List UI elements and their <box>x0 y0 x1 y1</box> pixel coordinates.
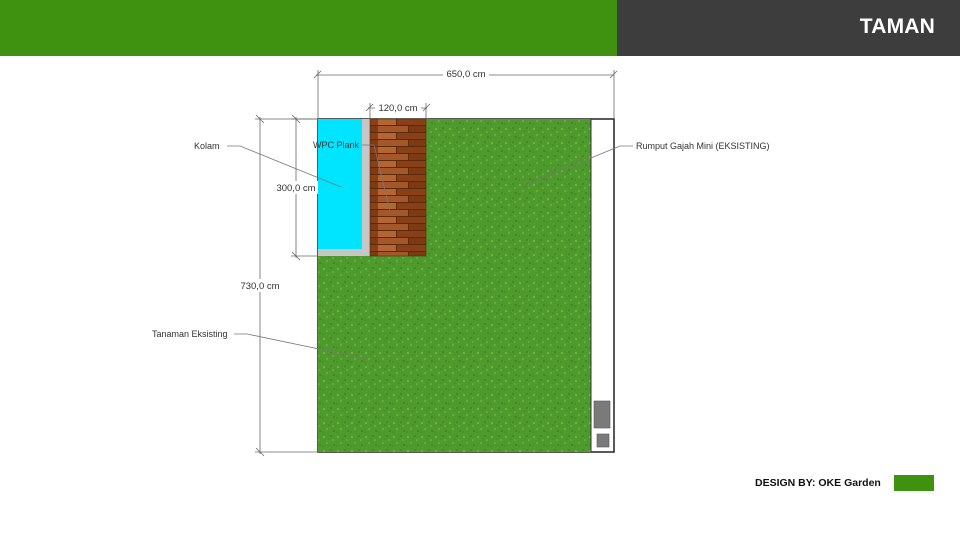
stepping-block-small <box>596 433 610 448</box>
stepping-block-large <box>593 400 611 429</box>
dimension-deck-width-label: 120,0 cm <box>378 103 417 114</box>
dimension-total-width-label: 650,0 cm <box>446 69 485 80</box>
callout-plants-label: Tanaman Eksisting <box>152 329 228 339</box>
design-credit: DESIGN BY: OKE Garden <box>755 477 881 489</box>
dimension-pond-length-label: 300,0 cm <box>276 183 315 194</box>
wpc-deck <box>369 118 427 257</box>
callout-grass-label: Rumput Gajah Mini (EKSISTING) <box>636 141 770 151</box>
brand-swatch <box>894 475 934 491</box>
pond <box>318 119 362 249</box>
callout-pond-label: Kolam <box>194 141 220 151</box>
dimension-total-length-label: 730,0 cm <box>240 281 279 292</box>
callout-deck-label: WPC Plank <box>313 140 360 150</box>
slide: TAMAN 650,0 cm 120,0 cm 730,0 cm 300,0 c… <box>0 0 960 540</box>
garden-plan: 650,0 cm 120,0 cm 730,0 cm 300,0 cm Kola… <box>152 68 770 457</box>
